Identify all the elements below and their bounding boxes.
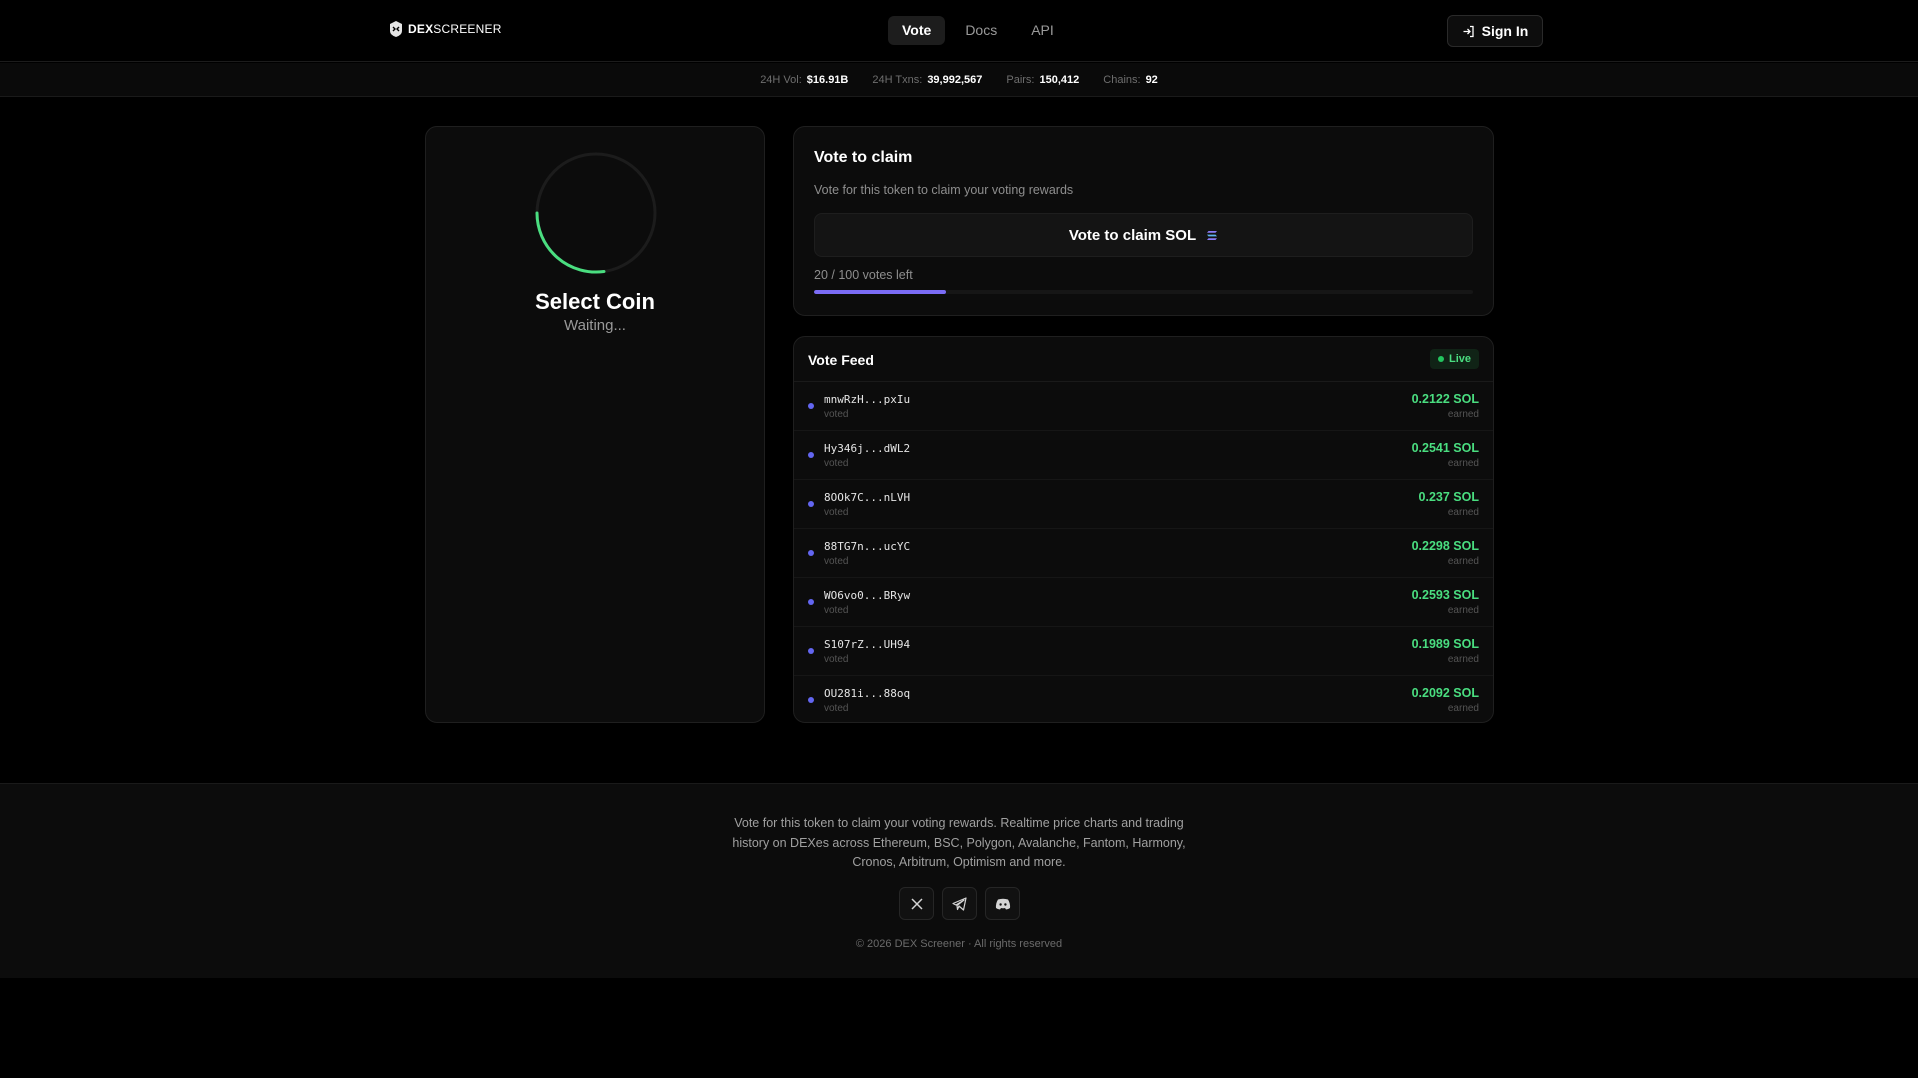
feed-action: voted [824,409,849,420]
feed-amount: 0.2593 SOL [1411,588,1479,602]
main-nav: Vote Docs API [888,16,1068,45]
feed-address: Hy346j...dWL2 [824,442,911,455]
feed-note: earned [1447,703,1479,714]
feed-note: earned [1447,458,1479,469]
vote-to-claim-button[interactable]: Vote to claim SOL [814,213,1473,257]
votes-progress-bar [814,290,1473,294]
discord-link[interactable] [985,887,1020,920]
stat-chains: Chains: 92 [1103,73,1158,86]
nav-api[interactable]: API [1017,16,1068,45]
feed-action: voted [824,605,849,616]
feed-address: 8OOk7C...nLVH [824,491,911,504]
feed-dot-icon [808,452,814,458]
feed-address: WO6vo0...BRyw [824,589,911,602]
discord-icon [995,898,1010,909]
feed-address: S107rZ...UH94 [824,638,911,651]
feed-amount: 0.2298 SOL [1411,539,1479,553]
claim-title: Vote to claim [814,149,913,166]
feed-row: mnwRzH...pxIu voted 0.2122 SOL earned [794,382,1493,431]
feed-address: OU281i...88oq [824,687,911,700]
live-badge: Live [1429,349,1479,369]
x-icon [910,897,923,910]
live-label: Live [1448,353,1471,365]
vote-button-label: Vote to claim SOL [1068,226,1197,244]
feed-row: 8OOk7C...nLVH voted 0.237 SOL earned [794,480,1493,529]
stat-volume: 24H Vol: $16.91B [760,73,849,86]
nav-docs[interactable]: Docs [951,16,1011,45]
feed-address: 88TG7n...ucYC [824,540,911,553]
feed-address: mnwRzH...pxIu [824,393,911,406]
solana-icon [1207,230,1218,240]
coin-card: Select Coin Waiting... [425,126,765,723]
feed-action: voted [824,703,849,714]
feed-dot-icon [808,403,814,409]
claim-description: Vote for this token to claim your voting… [814,183,1074,197]
feed-note: earned [1447,507,1479,518]
vote-feed-card: Vote Feed Live mnwRzH...pxIu voted 0.212… [793,336,1494,723]
footer-description: Vote for this token to claim your voting… [732,816,1186,869]
votes-progress-fill [814,290,946,294]
stats-bar: 24H Vol: $16.91B 24H Txns: 39,992,567 Pair… [0,63,1918,97]
feed-amount: 0.2122 SOL [1411,392,1479,406]
feed-row: WO6vo0...BRyw voted 0.2593 SOL earned [794,578,1493,627]
feed-action: voted [824,556,849,567]
feed-dot-icon [808,648,814,654]
feed-row: S107rZ...UH94 voted 0.1989 SOL earned [794,627,1493,676]
dexscreener-logo-icon [390,21,402,37]
copyright-text: © 2026 DEX Screener · All rights reserve… [855,938,1063,950]
feed-amount: 0.237 SOL [1418,490,1479,504]
x-link[interactable] [899,887,934,920]
feed-dot-icon [808,599,814,605]
feed-note: earned [1447,654,1479,665]
feed-dot-icon [808,697,814,703]
page-footer: Vote for this token to claim your voting… [0,783,1918,978]
feed-action: voted [824,458,849,469]
logo-text: DEXSCREENER [408,22,502,36]
stat-pairs: Pairs: 150,412 [1006,73,1080,86]
feed-note: earned [1447,556,1479,567]
stat-txns: 24H Txns: 39,992,567 [872,73,983,86]
telegram-icon [952,896,967,911]
feed-title: Vote Feed [808,352,874,368]
feed-header: Vote Feed Live [794,337,1493,382]
feed-row: OU281i...88oq voted 0.2092 SOL earned [794,676,1493,722]
nav-vote[interactable]: Vote [888,16,946,45]
dexscreener-logo[interactable]: DEXSCREENER [388,20,502,38]
live-dot-icon [1437,356,1444,362]
coin-status: Waiting... [564,317,626,334]
feed-note: earned [1447,409,1479,420]
vote-claim-card: Vote to claim Vote for this token to cla… [793,126,1494,316]
feed-note: earned [1447,605,1479,616]
feed-amount: 0.2092 SOL [1411,686,1479,700]
feed-amount: 0.2541 SOL [1411,441,1479,455]
sign-in-button[interactable]: Sign In [1447,15,1543,47]
top-header: DEXSCREENER Vote Docs API Sign In [0,0,1918,62]
feed-row: 88TG7n...ucYC voted 0.2298 SOL earned [794,529,1493,578]
coin-title: Select Coin [535,289,655,314]
votes-left-text: 20 / 100 votes left [814,268,913,282]
login-icon [1463,25,1474,37]
telegram-link[interactable] [942,887,977,920]
feed-dot-icon [808,550,814,556]
feed-row: Hy346j...dWL2 voted 0.2541 SOL earned [794,431,1493,480]
social-links [899,887,1020,920]
sign-in-label: Sign In [1481,23,1529,39]
feed-action: voted [824,654,849,665]
feed-action: voted [824,507,849,518]
feed-amount: 0.1989 SOL [1411,637,1479,651]
loading-spinner-icon [535,152,657,274]
feed-dot-icon [808,501,814,507]
